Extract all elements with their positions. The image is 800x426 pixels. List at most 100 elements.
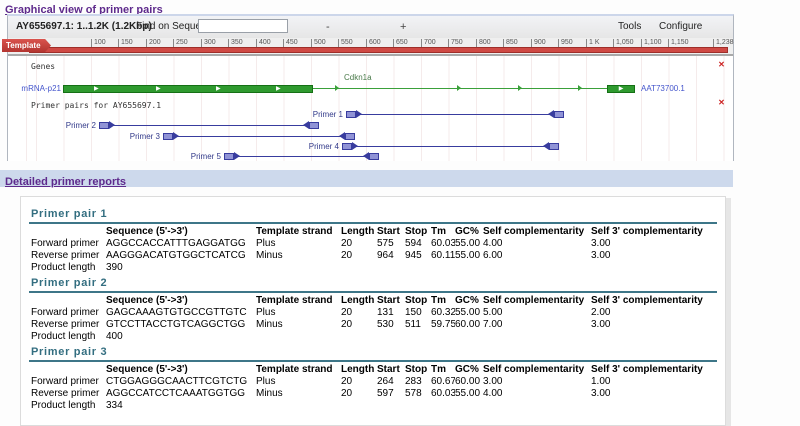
primer-pair-feature[interactable]: Primer 5 bbox=[29, 152, 729, 161]
reverse-primer-arrow[interactable] bbox=[548, 110, 564, 118]
close-track-icon[interactable]: ✕ bbox=[717, 98, 726, 107]
ruler-tick: 900 bbox=[531, 39, 546, 47]
primer-value-cell: 511 bbox=[405, 319, 421, 330]
report-column-header: Self 3' complementarity bbox=[591, 295, 703, 306]
primer-span-line bbox=[109, 125, 309, 126]
primer-value-cell: 597 bbox=[377, 388, 394, 399]
primer-feature-label: Primer 5 bbox=[190, 152, 221, 161]
primer-value-cell: 55.00 bbox=[455, 238, 481, 249]
template-sequence-bar[interactable] bbox=[29, 47, 728, 53]
primer-feature-label: Primer 2 bbox=[65, 121, 96, 130]
zoom-out-button[interactable]: - bbox=[326, 21, 330, 33]
primer-pair-table: Sequence (5'->3') Template strand Length St… bbox=[31, 224, 717, 274]
ruler-tick: 800 bbox=[476, 39, 491, 47]
detailed-reports-band: Detailed primer reports bbox=[0, 170, 733, 188]
product-length-row: Product length 390 bbox=[31, 262, 717, 274]
intron-direction-arrow bbox=[457, 85, 461, 91]
detailed-reports-link[interactable]: Detailed primer reports bbox=[5, 176, 126, 188]
primer-pair-feature[interactable]: Primer 1 bbox=[29, 110, 729, 119]
exon-direction-arrow: ▶ bbox=[94, 86, 99, 92]
primer-pair-feature[interactable]: Primer 4 bbox=[29, 142, 729, 151]
primer-value-cell: 55.00 bbox=[455, 388, 481, 399]
primer-value-cell: 20 bbox=[341, 388, 353, 399]
primer-value-cell: 3.00 bbox=[591, 319, 611, 330]
primer-data-row: Forward primer GAGCAAAGTGTGCCGTTGTC Plus 20… bbox=[31, 307, 717, 319]
primer-value-cell: Minus bbox=[256, 388, 283, 399]
primer-value-cell: 59.75 bbox=[431, 319, 455, 330]
forward-primer-arrow[interactable] bbox=[346, 110, 362, 118]
primer-data-row: Reverse primer AAGGGACATGTGGCTCATCG Minus 2… bbox=[31, 250, 717, 262]
forward-primer-arrow[interactable] bbox=[163, 132, 179, 140]
primer-pair-report: Primer pair 2 Sequence (5'->3') Template … bbox=[29, 274, 717, 343]
primer-pair-table: Sequence (5'->3') Template strand Length St… bbox=[31, 362, 717, 412]
product-length-row: Product length 334 bbox=[31, 400, 717, 412]
product-length-label: Product length bbox=[31, 400, 96, 411]
tools-menu-button[interactable]: Tools bbox=[618, 21, 641, 32]
primer-value-cell: CTGGAGGGCAACTTCGTCTG bbox=[106, 376, 248, 387]
exon-direction-arrow: ▶ bbox=[156, 86, 161, 92]
viewer-tracks-area: Genes Cdkn1a mRNA-p21 ▶ ▶ ▶ ▶ ▶ ▶ AAT73700.1… bbox=[8, 56, 733, 161]
primer-row-label: Forward primer bbox=[31, 307, 99, 318]
report-column-header: GC% bbox=[455, 364, 479, 375]
report-column-header: Self complementarity bbox=[483, 364, 585, 375]
primer-pair-feature[interactable]: Primer 3 bbox=[29, 132, 729, 141]
report-column-header: Length bbox=[341, 364, 375, 375]
gene-end-exon-box[interactable]: ▶ bbox=[607, 85, 635, 93]
primer-value-cell: 264 bbox=[377, 376, 394, 387]
forward-primer-arrow[interactable] bbox=[99, 121, 115, 129]
find-on-sequence-input[interactable] bbox=[198, 19, 288, 33]
primer-row-label: Forward primer bbox=[31, 238, 99, 249]
reverse-primer-arrow[interactable] bbox=[303, 121, 319, 129]
primer-data-row: Forward primer AGGCCACCATTTGAGGATGG Plus 20… bbox=[31, 238, 717, 250]
genes-track-label: Genes bbox=[31, 62, 56, 71]
gene-name-label: Cdkn1a bbox=[344, 73, 372, 82]
reverse-primer-arrow[interactable] bbox=[543, 142, 559, 150]
exon-direction-arrow: ▶ bbox=[276, 86, 281, 92]
primer-value-cell: 131 bbox=[377, 307, 394, 318]
primer-value-cell: 2.00 bbox=[591, 307, 611, 318]
intron-direction-arrow bbox=[518, 85, 522, 91]
primer-value-cell: 3.00 bbox=[591, 238, 611, 249]
report-column-header: Self complementarity bbox=[483, 226, 585, 237]
configure-menu-button[interactable]: Configure bbox=[659, 21, 702, 32]
report-column-header: Stop bbox=[405, 295, 428, 306]
primer-value-cell: 20 bbox=[341, 307, 353, 318]
mrna-exon-bar[interactable]: ▶ ▶ ▶ ▶ ▶ bbox=[63, 85, 335, 93]
report-column-header: Start bbox=[377, 226, 400, 237]
primer-row-label: Reverse primer bbox=[31, 250, 100, 261]
report-column-header: Template strand bbox=[256, 295, 333, 306]
forward-primer-arrow[interactable] bbox=[342, 142, 358, 150]
reverse-primer-arrow[interactable] bbox=[339, 132, 355, 140]
product-length-value: 334 bbox=[106, 400, 123, 411]
exon-direction-arrow: ▶ bbox=[330, 86, 335, 92]
report-column-header: Self 3' complementarity bbox=[591, 364, 703, 375]
report-column-header: Start bbox=[377, 364, 400, 375]
primer-value-cell: AAGGGACATGTGGCTCATCG bbox=[106, 250, 246, 261]
primer-span-line bbox=[173, 136, 345, 137]
ruler-tick: 850 bbox=[503, 39, 518, 47]
primer-data-row: Reverse primer GTCCTTACCTGTCAGGCTGG Minus 2… bbox=[31, 319, 717, 331]
primer-pair-table: Sequence (5'->3') Template strand Length St… bbox=[31, 293, 717, 343]
ruler-tick: 400 bbox=[256, 39, 271, 47]
primer-value-cell: Plus bbox=[256, 238, 276, 249]
primer-pair-heading: Primer pair 2 bbox=[29, 274, 717, 293]
primer-value-cell: 20 bbox=[341, 376, 353, 387]
close-track-icon[interactable]: ✕ bbox=[717, 60, 726, 69]
primer-value-cell: GTCCTTACCTGTCAGGCTGG bbox=[106, 319, 246, 330]
zoom-in-button[interactable]: + bbox=[400, 21, 406, 33]
primer-pair-report: Primer pair 3 Sequence (5'->3') Template … bbox=[29, 343, 717, 412]
forward-primer-arrow[interactable] bbox=[224, 152, 240, 160]
report-column-header: Stop bbox=[405, 226, 428, 237]
reverse-primer-arrow[interactable] bbox=[363, 152, 379, 160]
ruler-tick: 450 bbox=[283, 39, 298, 47]
primer-feature-label: Primer 3 bbox=[129, 132, 160, 141]
primer-value-cell: 578 bbox=[405, 388, 422, 399]
primer-value-cell: 7.00 bbox=[483, 319, 503, 330]
primer-value-cell: 530 bbox=[377, 319, 394, 330]
primer-pair-feature[interactable]: Primer 2 bbox=[29, 121, 729, 130]
report-column-header: Sequence (5'->3') bbox=[106, 226, 188, 237]
product-length-label: Product length bbox=[31, 331, 96, 342]
report-column-header: Tm bbox=[431, 295, 446, 306]
primer-value-cell: 150 bbox=[405, 307, 422, 318]
product-length-value: 400 bbox=[106, 331, 123, 342]
